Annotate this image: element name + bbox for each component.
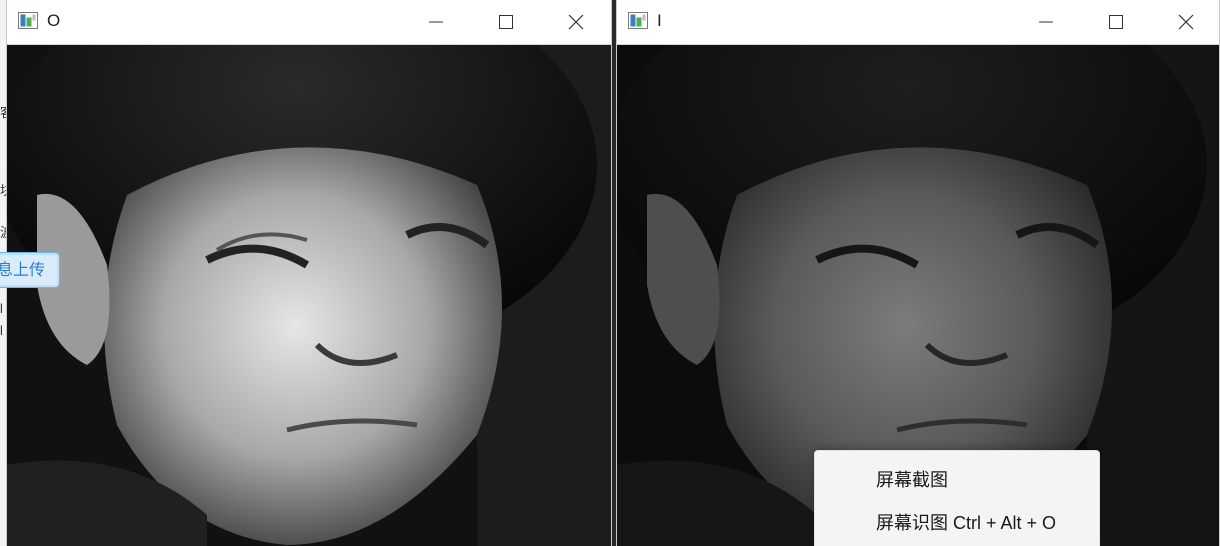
portrait-image-high-contrast [7, 45, 611, 546]
close-icon [568, 14, 584, 30]
window-titlebar[interactable]: I [617, 0, 1219, 45]
upload-button[interactable]: 息上传 [0, 252, 60, 288]
close-icon [1178, 14, 1194, 30]
maximize-button[interactable] [483, 0, 529, 44]
context-menu: 屏幕截图 屏幕识图 Ctrl + Alt + O [814, 450, 1100, 546]
minimize-button[interactable] [413, 0, 459, 44]
minimize-icon [1039, 21, 1053, 23]
image-window-icon [18, 12, 38, 29]
close-button[interactable] [1163, 0, 1209, 44]
menu-item-screenshot[interactable]: 屏幕截图 [815, 460, 1099, 500]
maximize-icon [499, 15, 513, 29]
window-title: O [47, 11, 61, 30]
image-window-icon [628, 12, 648, 29]
maximize-icon [1109, 15, 1123, 29]
menu-item-image-recognition[interactable]: 屏幕识图 Ctrl + Alt + O [815, 503, 1099, 543]
minimize-icon [429, 21, 443, 23]
window-titlebar[interactable]: O [7, 0, 611, 45]
image-canvas [7, 45, 611, 546]
minimize-button[interactable] [1023, 0, 1069, 44]
window-title: I [657, 11, 662, 30]
maximize-button[interactable] [1093, 0, 1139, 44]
close-button[interactable] [553, 0, 599, 44]
image-window-original: O [6, 0, 612, 546]
